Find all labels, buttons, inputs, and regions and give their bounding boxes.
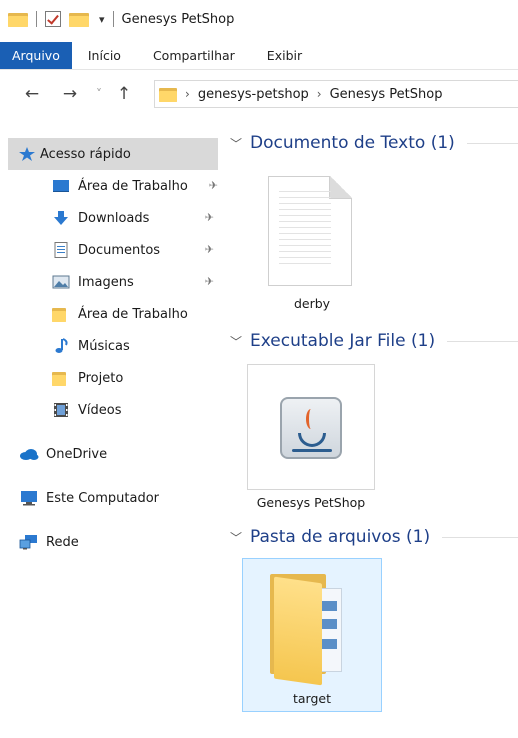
sidebar-item-documentos[interactable]: Documentos ✈ xyxy=(8,234,218,266)
divider xyxy=(442,536,518,538)
navigation-pane: Acesso rápido Área de Trabalho ✈ Downloa… xyxy=(8,138,218,558)
divider xyxy=(466,142,518,144)
sidebar-item-label: OneDrive xyxy=(46,446,108,462)
group-header-pasta-de-arquivos[interactable]: ﹀ Pasta de arquivos (1) xyxy=(230,525,518,549)
sidebar-item-label: Este Computador xyxy=(46,490,160,506)
folder-icon xyxy=(52,370,66,386)
title-bar: ▾ Genesys PetShop xyxy=(0,0,518,38)
pictures-icon xyxy=(52,275,70,289)
folder-icon xyxy=(8,11,28,27)
sidebar-item-label: Downloads xyxy=(78,210,150,226)
sidebar-item-label: Área de Trabalho xyxy=(78,178,188,194)
music-note-icon xyxy=(55,338,68,353)
sidebar-item-projeto[interactable]: Projeto xyxy=(8,362,218,394)
properties-check-icon[interactable] xyxy=(45,11,61,27)
file-name: Genesys PetShop xyxy=(256,495,366,510)
separator xyxy=(36,11,37,27)
tab-exibir[interactable]: Exibir xyxy=(251,42,318,69)
file-caption[interactable]: Genesys PetShop xyxy=(240,495,382,515)
java-cup-icon xyxy=(280,397,342,459)
cloud-icon xyxy=(20,449,39,460)
chevron-down-icon[interactable]: ﹀ xyxy=(230,135,250,152)
text-document-icon[interactable] xyxy=(268,176,352,286)
new-folder-icon[interactable] xyxy=(69,11,89,27)
network-icon xyxy=(19,535,37,550)
sidebar-item-acesso-rapido[interactable]: Acesso rápido xyxy=(8,138,218,170)
sidebar-item-musicas[interactable]: Músicas xyxy=(8,330,218,362)
sidebar-item-label: Vídeos xyxy=(78,402,122,418)
sidebar-item-downloads[interactable]: Downloads ✈ xyxy=(8,202,218,234)
sidebar-item-label: Músicas xyxy=(78,338,130,354)
sidebar-item-label: Documentos xyxy=(78,242,161,258)
breadcrumb-chevron-icon[interactable]: › xyxy=(317,87,322,101)
sidebar-item-label: Área de Trabalho xyxy=(78,306,188,322)
sidebar-item-area-de-trabalho-folder[interactable]: Área de Trabalho xyxy=(8,298,218,330)
sidebar-item-area-de-trabalho[interactable]: Área de Trabalho ✈ xyxy=(8,170,218,202)
sidebar-item-este-computador[interactable]: Este Computador xyxy=(8,482,218,514)
chevron-down-icon[interactable]: ﹀ xyxy=(230,529,250,546)
separator xyxy=(112,11,114,27)
folder-icon xyxy=(270,574,350,686)
sidebar-item-imagens[interactable]: Imagens ✈ xyxy=(8,266,218,298)
sidebar-item-label: Imagens xyxy=(78,274,134,290)
navigation-bar: ← → ˅ ↑ › genesys-petshop › Genesys PetS… xyxy=(0,76,518,112)
pin-icon[interactable]: ✈ xyxy=(205,243,214,256)
pin-icon[interactable]: ✈ xyxy=(205,275,214,288)
sidebar-item-onedrive[interactable]: OneDrive xyxy=(8,438,218,470)
tab-arquivo[interactable]: Arquivo xyxy=(0,42,72,69)
group-title: Pasta de arquivos (1) xyxy=(250,527,431,547)
forward-arrow-icon[interactable]: → xyxy=(58,84,82,104)
group-title: Executable Jar File (1) xyxy=(250,331,436,351)
group-title: Documento de Texto (1) xyxy=(250,133,455,153)
divider xyxy=(447,340,518,342)
pin-icon[interactable]: ✈ xyxy=(209,179,218,192)
breadcrumb-chevron-icon[interactable]: › xyxy=(185,87,190,101)
desktop-icon xyxy=(53,180,69,192)
star-icon xyxy=(19,147,35,161)
back-arrow-icon[interactable]: ← xyxy=(20,84,44,104)
sidebar-item-label: Projeto xyxy=(78,370,124,386)
chevron-down-icon[interactable]: ﹀ xyxy=(230,333,250,350)
recent-locations-chevron-icon[interactable]: ˅ xyxy=(90,87,108,101)
sidebar-item-label: Rede xyxy=(46,534,79,550)
up-arrow-icon[interactable]: ↑ xyxy=(112,84,136,104)
tab-inicio[interactable]: Início xyxy=(72,42,137,69)
tab-compartilhar[interactable]: Compartilhar xyxy=(137,42,251,69)
folder-icon xyxy=(159,86,177,102)
window-title: Genesys PetShop xyxy=(121,11,235,27)
group-header-documento-de-texto[interactable]: ﹀ Documento de Texto (1) xyxy=(230,131,518,155)
sidebar-item-label: Acesso rápido xyxy=(40,146,131,162)
quick-access-dropdown-icon[interactable]: ▾ xyxy=(99,13,105,26)
file-item-derby[interactable]: derby xyxy=(270,296,354,316)
computer-icon xyxy=(21,491,37,506)
file-name: target xyxy=(292,691,331,706)
ribbon-tabs: Arquivo Início Compartilhar Exibir xyxy=(0,42,518,70)
file-item-genesys-petshop-jar[interactable] xyxy=(247,364,375,490)
film-icon xyxy=(54,403,68,417)
documents-icon xyxy=(54,242,68,258)
download-arrow-icon xyxy=(54,211,68,225)
group-header-executable-jar[interactable]: ﹀ Executable Jar File (1) xyxy=(230,329,518,353)
folder-icon xyxy=(52,306,66,322)
sidebar-item-videos[interactable]: Vídeos xyxy=(8,394,218,426)
breadcrumb-segment[interactable]: Genesys PetShop xyxy=(330,87,443,102)
file-name: derby xyxy=(293,296,331,311)
breadcrumb-segment[interactable]: genesys-petshop xyxy=(198,87,309,102)
address-bar[interactable]: › genesys-petshop › Genesys PetShop xyxy=(154,80,518,108)
sidebar-item-rede[interactable]: Rede xyxy=(8,526,218,558)
pin-icon[interactable]: ✈ xyxy=(205,211,214,224)
